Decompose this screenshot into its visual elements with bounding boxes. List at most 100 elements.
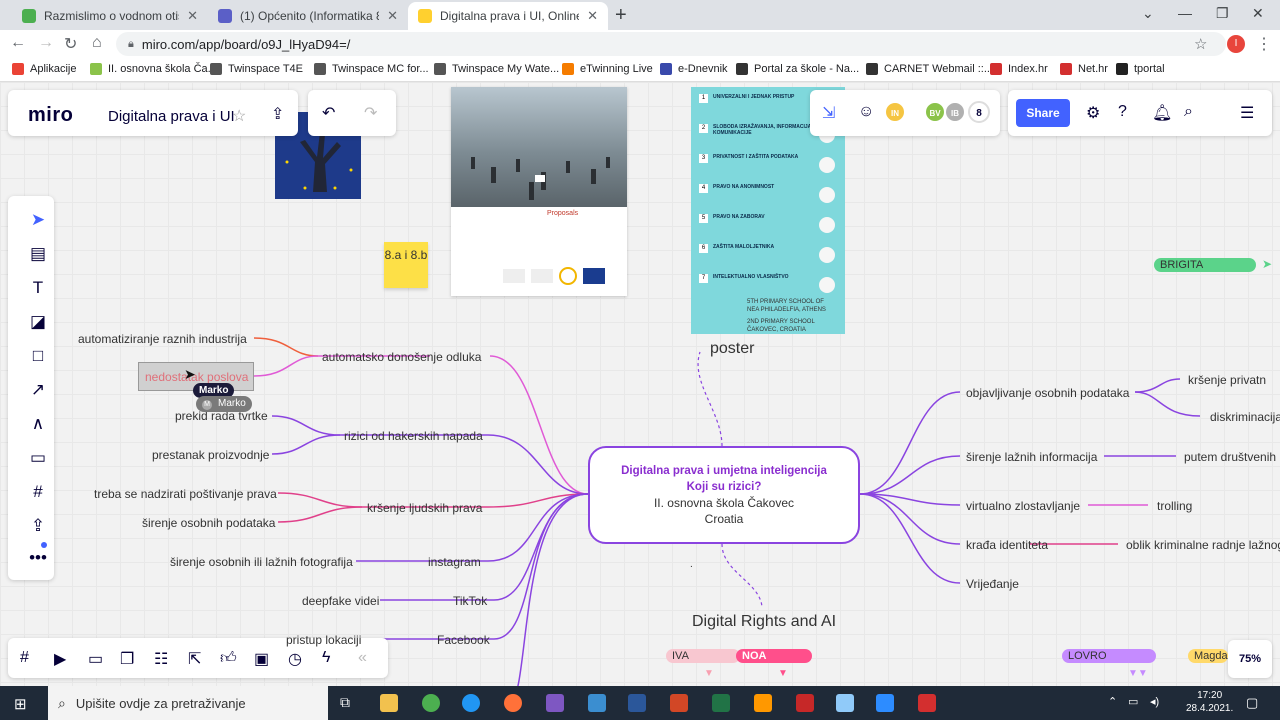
board-title[interactable]: Digitalna prava i UI	[108, 108, 235, 125]
user-name-tag[interactable]: LOVRO	[1062, 649, 1156, 663]
photos-icon[interactable]	[588, 694, 606, 712]
browser-menu-icon[interactable]: ⋮	[1256, 34, 1272, 54]
edge-icon[interactable]	[462, 694, 480, 712]
branch-node[interactable]: Facebook	[437, 633, 490, 647]
bookmark-item[interactable]: e-Dnevnik	[660, 63, 728, 75]
branch-node[interactable]: širenje lažnih informacija	[966, 450, 1097, 464]
user-name-tag[interactable]: BRIGITA	[1154, 258, 1256, 272]
tray-chevron-icon[interactable]: ⌃	[1108, 695, 1117, 708]
cursor-follow-icon[interactable]: ⇲	[822, 103, 835, 123]
undo-icon[interactable]: ↶	[322, 103, 335, 123]
share-screen-icon[interactable]: ⇱	[188, 649, 201, 669]
search-icon[interactable]: ⌕	[1184, 103, 1193, 121]
list-icon[interactable]: ☷	[154, 649, 168, 669]
leaf-node[interactable]: deepfake videi	[302, 594, 379, 608]
miro-board-canvas[interactable]: Proposals 8.a i 8.b 1 UNIVERZALNI I JEDNA…	[0, 82, 1280, 686]
leaf-node[interactable]: trolling	[1157, 499, 1192, 513]
collaborator-avatar[interactable]: IN	[884, 101, 906, 123]
star-icon[interactable]: ☆	[232, 106, 246, 126]
word-icon[interactable]	[628, 694, 646, 712]
user-name-tag[interactable]: NOA	[736, 649, 812, 663]
close-tab-icon[interactable]: ✕	[187, 8, 198, 24]
miro-logo[interactable]: miro	[28, 104, 73, 127]
cards-icon[interactable]: ❐	[120, 649, 134, 669]
close-tab-icon[interactable]: ✕	[587, 8, 598, 24]
notification-bell-icon[interactable]: 🔔︎	[1152, 103, 1172, 123]
profile-avatar[interactable]: I	[1227, 35, 1245, 53]
comment-icon[interactable]: ▭	[28, 448, 48, 468]
comments-icon[interactable]: ▭	[88, 649, 103, 669]
frame-icon[interactable]: #	[28, 482, 48, 502]
url-field[interactable]: 🔒︎ miro.com/app/board/o9J_lHyaD94=/	[116, 32, 1226, 56]
bookmark-item[interactable]: eTwinning Live	[562, 63, 653, 75]
reload-icon[interactable]: ↻	[64, 34, 77, 54]
branch-node[interactable]: objavljivanje osobnih podataka	[966, 386, 1129, 400]
firefox-icon[interactable]	[504, 694, 522, 712]
tab-search-icon[interactable]: ⌄	[1142, 5, 1154, 22]
new-tab-icon[interactable]: +	[615, 4, 627, 27]
connection-line-icon[interactable]: ↗	[28, 380, 48, 400]
browser-tab-3-active[interactable]: Digitalna prava i UI, Online White ✕	[408, 2, 608, 30]
taskbar-search[interactable]: ⌕ Upišite ovdje za pretraživanje	[48, 686, 328, 720]
reactions-icon[interactable]: ☺	[858, 103, 874, 121]
branch-node[interactable]: kršenje ljudskih prava	[367, 501, 482, 515]
windows-start-icon[interactable]: ⊞	[14, 695, 27, 713]
branch-node[interactable]: automatsko donošenje odluka	[322, 350, 481, 364]
excel-icon[interactable]	[712, 694, 730, 712]
close-window-icon[interactable]: ✕	[1252, 5, 1264, 22]
leaf-node[interactable]: širenje osobnih podataka	[142, 516, 275, 530]
browser-tab-1[interactable]: Razmislimo o vodnom otisku (Pro ✕	[12, 2, 208, 30]
leaf-node[interactable]: treba se nadzirati poštivanje prava	[94, 487, 277, 501]
mindmap-center-node[interactable]: Digitalna prava i umjetna inteligencija …	[588, 446, 860, 544]
presentation-icon[interactable]: ▶	[54, 649, 66, 669]
browser-tab-2[interactable]: (1) Općenito (Informatika 8a | os ✕	[208, 2, 408, 30]
leaf-node[interactable]: automatiziranje raznih industrija	[78, 332, 247, 346]
bookmark-item[interactable]: Aplikacije	[12, 63, 76, 75]
collaborator-avatar[interactable]: IB	[944, 101, 966, 123]
acrobat-icon[interactable]	[918, 694, 936, 712]
branch-node[interactable]: TikTok	[453, 594, 487, 608]
sticky-note[interactable]: 8.a i 8.b	[384, 242, 428, 288]
leaf-node[interactable]: pristup lokaciji	[286, 633, 361, 647]
leaf-node[interactable]: prestanak proizvodnje	[152, 448, 269, 462]
forward-icon[interactable]: →	[38, 34, 54, 52]
lightning-icon[interactable]: ϟ	[322, 649, 330, 667]
zoom-level[interactable]: 75%	[1228, 640, 1272, 678]
app-icon[interactable]	[754, 694, 772, 712]
leaf-node[interactable]: kršenje privatn	[1188, 373, 1266, 387]
redo-icon[interactable]: ↷	[364, 103, 377, 123]
pen-icon[interactable]: ∧	[28, 414, 48, 434]
back-icon[interactable]: ←	[10, 34, 26, 52]
task-view-icon[interactable]: ⧉	[340, 694, 350, 711]
digital-rights-label[interactable]: Digital Rights and AI	[692, 613, 836, 631]
bookmark-item[interactable]: Portal za škole - Na...	[736, 63, 859, 75]
leaf-node[interactable]: širenje osobnih ili lažnih fotografija	[170, 555, 353, 569]
user-name-tag[interactable]: Magda	[1188, 649, 1228, 663]
proposals-document-image[interactable]: Proposals	[451, 87, 627, 296]
video-call-icon[interactable]: ▣	[254, 649, 269, 669]
powerpoint-icon[interactable]	[670, 694, 688, 712]
poster-label[interactable]: poster	[710, 340, 754, 358]
branch-node[interactable]: virtualno zlostavljanje	[966, 499, 1080, 513]
zoom-app-icon[interactable]	[876, 694, 894, 712]
bookmark-item[interactable]: Net.hr	[1060, 63, 1108, 75]
app-icon[interactable]	[796, 694, 814, 712]
vote-icon[interactable]: 👍︎	[220, 649, 237, 668]
more-tools-icon[interactable]: •••	[28, 548, 48, 568]
frames-icon[interactable]: #	[20, 649, 29, 667]
volume-icon[interactable]: ◂)	[1150, 695, 1159, 708]
app-icon[interactable]	[836, 694, 854, 712]
collaborator-avatar[interactable]: BV	[924, 101, 946, 123]
minimize-icon[interactable]: —	[1178, 5, 1192, 21]
close-tab-icon[interactable]: ✕	[387, 8, 398, 24]
bookmark-item[interactable]: II. osnovna škola Ča...	[90, 63, 217, 75]
taskbar-clock[interactable]: 17:20 28.4.2021.	[1186, 689, 1233, 715]
bookmark-item[interactable]: Index.hr	[990, 63, 1048, 75]
leaf-node[interactable]: putem društvenih	[1184, 450, 1276, 464]
branch-node[interactable]: rizici od hakerskih napada	[344, 429, 483, 443]
home-icon[interactable]: ⌂	[92, 34, 102, 52]
select-cursor-icon[interactable]: ➤	[28, 210, 48, 230]
app-icon[interactable]	[546, 694, 564, 712]
leaf-node[interactable]: diskriminacija	[1210, 410, 1280, 424]
maximize-icon[interactable]: ❐	[1216, 5, 1229, 22]
